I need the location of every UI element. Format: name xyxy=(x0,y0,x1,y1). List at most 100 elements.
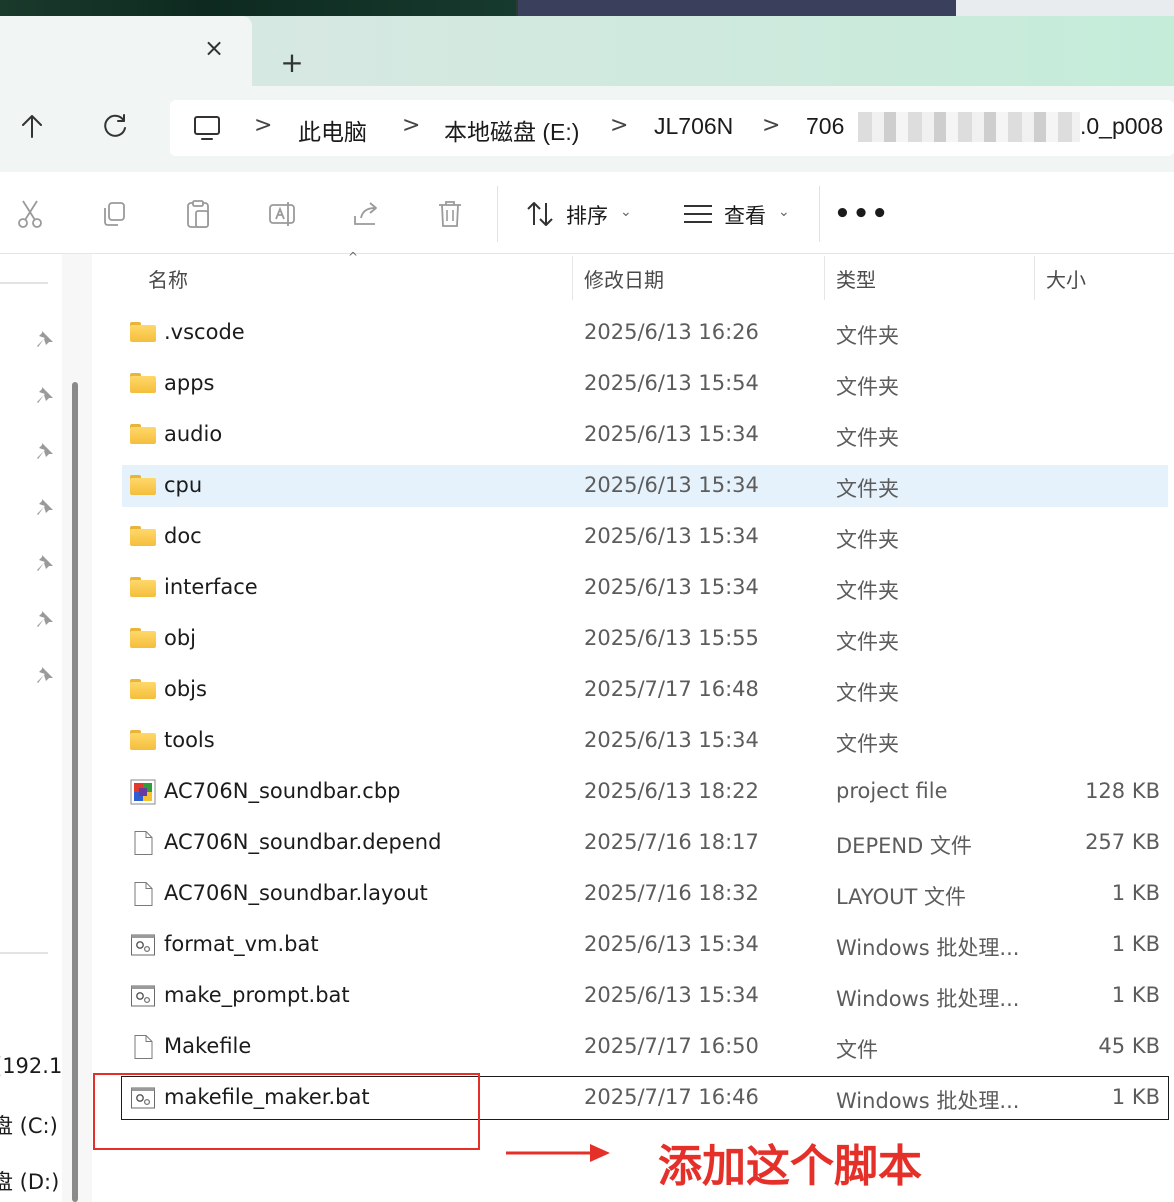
annotation-text: 添加这个脚本 xyxy=(658,1141,922,1192)
share-button[interactable] xyxy=(346,194,386,234)
file-type: 文件夹 xyxy=(836,477,899,501)
column-divider[interactable] xyxy=(572,256,573,300)
background-segment xyxy=(518,0,956,16)
folder-icon xyxy=(130,679,156,699)
close-icon: × xyxy=(203,34,225,62)
nav-divider xyxy=(0,282,48,284)
document-icon xyxy=(134,1035,153,1059)
file-row[interactable]: objs 2025/7/17 16:48 文件夹 xyxy=(122,669,1168,711)
file-date: 2025/6/13 18:22 xyxy=(584,779,759,803)
file-row[interactable]: AC706N_soundbar.depend 2025/7/16 18:17 DEP… xyxy=(122,822,1168,864)
pin-icon[interactable] xyxy=(34,440,56,462)
file-type: 文件夹 xyxy=(836,426,899,450)
file-name: audio xyxy=(164,422,223,446)
breadcrumb-separator: > xyxy=(254,113,273,138)
scissors-icon xyxy=(18,200,42,228)
pin-icon[interactable] xyxy=(34,664,56,686)
file-row[interactable]: make_prompt.bat 2025/6/13 15:34 Windows 批处… xyxy=(122,975,1168,1017)
paste-button[interactable] xyxy=(178,194,218,234)
copy-button[interactable] xyxy=(94,194,134,234)
cut-button[interactable] xyxy=(10,194,50,234)
file-row[interactable]: Makefile 2025/7/17 16:50 文件 45 KB xyxy=(122,1026,1168,1068)
file-date: 2025/6/13 15:34 xyxy=(584,983,759,1007)
file-row[interactable]: interface 2025/6/13 15:34 文件夹 xyxy=(122,567,1168,609)
desktop-background-strip xyxy=(0,0,1174,16)
rename-icon xyxy=(269,202,295,226)
chevron-down-icon: ⌄ xyxy=(620,204,632,220)
file-type: Windows 批处理... xyxy=(836,1089,1020,1113)
nav-scrollbar-thumb[interactable] xyxy=(72,382,78,1202)
column-header-size[interactable]: 大小 xyxy=(1046,264,1086,293)
breadcrumb-jl706n[interactable]: JL706N xyxy=(654,113,733,140)
breadcrumb-local-disk[interactable]: 本地磁盘 (E:) xyxy=(444,113,579,147)
highlight-box xyxy=(93,1073,480,1150)
document-icon xyxy=(134,831,153,855)
file-type: 文件 xyxy=(836,1038,878,1062)
background-segment xyxy=(0,0,516,16)
file-row[interactable]: format_vm.bat 2025/6/13 15:34 Windows 批处理.… xyxy=(122,924,1168,966)
trash-icon xyxy=(439,201,461,227)
file-row[interactable]: .vscode 2025/6/13 16:26 文件夹 xyxy=(122,312,1168,354)
nav-item-drive-c[interactable]: 盘 (C:) xyxy=(0,1110,58,1140)
view-icon-wrap[interactable] xyxy=(678,194,718,234)
file-date: 2025/6/13 15:34 xyxy=(584,932,759,956)
file-row[interactable]: obj 2025/6/13 15:55 文件夹 xyxy=(122,618,1168,660)
file-type: 文件夹 xyxy=(836,732,899,756)
breadcrumb-this-pc[interactable]: 此电脑 xyxy=(298,113,367,147)
column-divider[interactable] xyxy=(824,256,825,300)
nav-item-network-drive[interactable]: (192.1 xyxy=(0,1054,62,1078)
pin-icon[interactable] xyxy=(34,496,56,518)
file-type: project file xyxy=(836,779,948,803)
view-button[interactable]: 查看 xyxy=(724,200,766,230)
copy-icon xyxy=(104,202,125,226)
background-segment xyxy=(956,0,1174,16)
file-name: Makefile xyxy=(164,1034,252,1058)
pin-icon[interactable] xyxy=(34,384,56,406)
file-row[interactable]: apps 2025/6/13 15:54 文件夹 xyxy=(122,363,1168,405)
file-row[interactable]: audio 2025/6/13 15:34 文件夹 xyxy=(122,414,1168,456)
sort-icon-wrap[interactable] xyxy=(520,194,560,234)
breadcrumb-current-folder[interactable]: 706 xyxy=(806,113,844,140)
pin-icon[interactable] xyxy=(34,552,56,574)
batch-file-icon xyxy=(131,934,155,956)
folder-icon xyxy=(130,322,156,342)
rename-button[interactable] xyxy=(262,194,302,234)
file-date: 2025/6/13 15:55 xyxy=(584,626,759,650)
up-button[interactable] xyxy=(10,104,54,148)
file-row[interactable]: doc 2025/6/13 15:34 文件夹 xyxy=(122,516,1168,558)
more-options-button[interactable]: ••• xyxy=(834,196,888,232)
file-row[interactable]: AC706N_soundbar.layout 2025/7/16 18:32 LAY… xyxy=(122,873,1168,915)
file-date: 2025/7/17 16:48 xyxy=(584,677,759,701)
pin-icon[interactable] xyxy=(34,608,56,630)
file-type: DEPEND 文件 xyxy=(836,834,972,858)
refresh-button[interactable] xyxy=(94,104,138,148)
sort-button[interactable]: 排序 xyxy=(566,200,608,230)
new-tab-button[interactable]: + xyxy=(272,42,312,82)
file-name: .vscode xyxy=(164,320,245,344)
nav-item-drive-d[interactable]: 盘 (D:) xyxy=(0,1166,59,1196)
column-header-date[interactable]: 修改日期 xyxy=(584,264,664,293)
column-divider[interactable] xyxy=(1034,256,1035,300)
delete-button[interactable] xyxy=(430,194,470,234)
file-size: 257 KB xyxy=(1085,830,1160,854)
file-name: obj xyxy=(164,626,197,650)
column-header-name[interactable]: 名称 xyxy=(148,264,188,293)
breadcrumb-current-folder-tail[interactable]: .0_p008 xyxy=(1080,113,1163,140)
file-name: cpu xyxy=(164,473,203,497)
column-header-type[interactable]: 类型 xyxy=(836,264,876,293)
close-tab-button[interactable]: × xyxy=(196,30,232,66)
computer-icon xyxy=(194,116,220,140)
file-size: 1 KB xyxy=(1111,983,1160,1007)
file-row[interactable]: AC706N_soundbar.cbp 2025/6/13 18:22 projec… xyxy=(122,771,1168,813)
pin-icon[interactable] xyxy=(34,328,56,350)
file-row[interactable]: tools 2025/6/13 15:34 文件夹 xyxy=(122,720,1168,762)
file-size: 128 KB xyxy=(1085,779,1160,803)
file-type: 文件夹 xyxy=(836,375,899,399)
file-date: 2025/6/13 15:54 xyxy=(584,371,759,395)
nav-divider xyxy=(0,952,48,954)
file-size: 1 KB xyxy=(1111,932,1160,956)
file-type: 文件夹 xyxy=(836,630,899,654)
file-row[interactable]: cpu 2025/6/13 15:34 文件夹 xyxy=(122,465,1168,507)
codeblocks-project-icon xyxy=(130,779,156,805)
file-name: format_vm.bat xyxy=(164,932,319,956)
